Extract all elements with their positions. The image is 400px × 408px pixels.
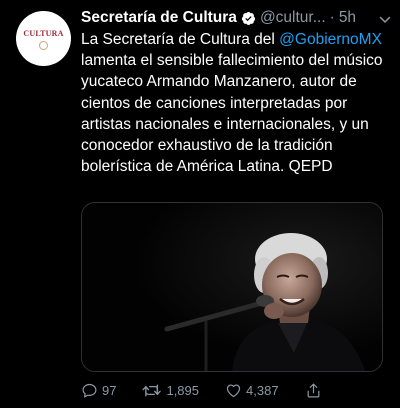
share-button[interactable] [305,382,322,399]
tweet-content: Secretaría de Cultura @cultur... · 5h La… [81,7,393,177]
heart-icon [226,383,241,397]
avatar-seal-icon [39,41,48,50]
tweet[interactable]: CULTURA Secretaría de Cultura @cultur...… [0,0,400,408]
avatar-logo-text: CULTURA [23,29,64,38]
chevron-down-icon[interactable] [379,13,391,25]
tweet-text: La Secretaría de Cultura del @GobiernoMX… [81,29,393,177]
tweet-actions: 97 1,895 4,387 [81,380,393,400]
photo-illustration [82,203,382,371]
reply-button[interactable]: 97 [81,382,116,399]
separator-dot: · [329,9,335,26]
verified-badge-icon [241,11,256,26]
share-icon [307,383,319,397]
reply-icon [82,383,97,397]
retweet-button[interactable]: 1,895 [142,382,199,399]
tweet-text-part: La Secretaría de Cultura del [81,31,280,48]
mention-link[interactable]: @GobiernoMX [279,31,382,48]
timestamp[interactable]: 5h [339,9,356,27]
tweet-header: Secretaría de Cultura @cultur... · 5h [81,7,393,29]
display-name[interactable]: Secretaría de Cultura [81,9,237,27]
tweet-photo[interactable] [81,202,383,372]
like-button[interactable]: 4,387 [225,382,279,399]
retweet-count: 1,895 [166,382,200,398]
reply-count: 97 [102,382,117,398]
avatar[interactable]: CULTURA [16,11,71,66]
retweet-icon [142,383,162,397]
tweet-text-part: lamenta el sensible fallecimiento del mú… [81,52,383,176]
like-count: 4,387 [246,382,279,398]
handle[interactable]: @cultur... [260,9,326,27]
